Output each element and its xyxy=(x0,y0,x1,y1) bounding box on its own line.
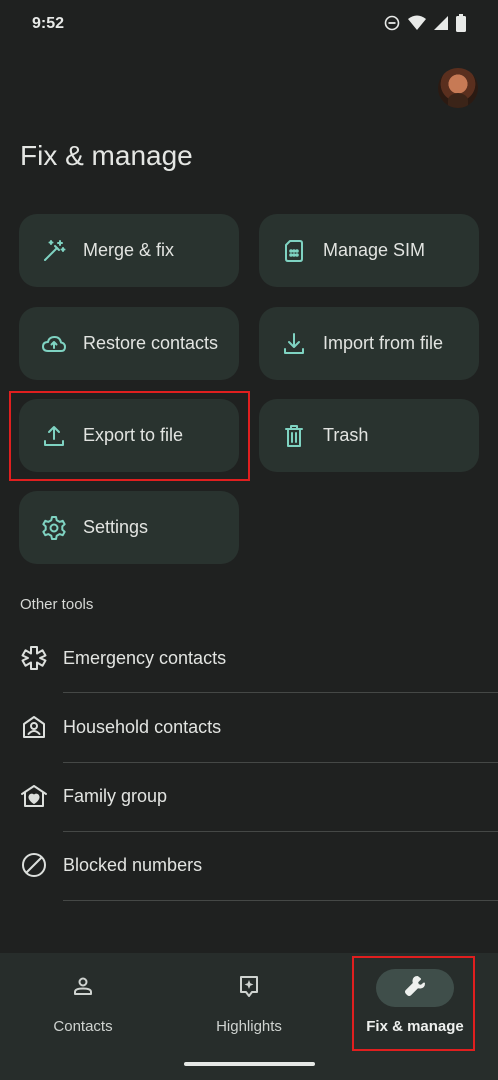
highlights-icon xyxy=(237,974,261,1003)
battery-icon xyxy=(456,14,466,32)
cloud-restore-icon xyxy=(41,331,67,357)
magic-wand-icon xyxy=(41,238,67,264)
settings-button[interactable]: Settings xyxy=(19,491,239,564)
trash-label: Trash xyxy=(323,425,369,445)
manage-sim-button[interactable]: Manage SIM xyxy=(259,214,479,287)
blocked-numbers-item[interactable]: Blocked numbers xyxy=(0,831,498,900)
trash-button[interactable]: Trash xyxy=(259,399,479,472)
household-contacts-label: Household contacts xyxy=(63,717,222,737)
nav-contacts-pill xyxy=(44,969,122,1007)
page-title: Fix & manage xyxy=(20,140,193,171)
gear-icon xyxy=(41,515,67,541)
nav-contacts[interactable]: Contacts xyxy=(0,953,166,1053)
gesture-bar xyxy=(184,1062,315,1066)
restore-contacts-label: Restore contacts xyxy=(83,333,219,353)
sim-card-icon xyxy=(281,238,307,264)
settings-label: Settings xyxy=(83,517,149,537)
do-not-disturb-icon xyxy=(384,15,400,31)
cell-signal-icon xyxy=(434,15,448,31)
blocked-numbers-label: Blocked numbers xyxy=(63,855,203,875)
export-highlight-box xyxy=(9,391,250,481)
restore-contacts-button[interactable]: Restore contacts xyxy=(19,307,239,380)
download-icon xyxy=(281,331,307,357)
nav-highlights-label: Highlights xyxy=(216,1018,282,1035)
block-icon xyxy=(20,851,48,879)
import-from-file-label: Import from file xyxy=(323,333,444,353)
other-tools-heading: Other tools xyxy=(20,596,94,613)
fix-manage-highlight-box xyxy=(352,956,475,1051)
status-icons xyxy=(384,14,466,32)
nav-contacts-label: Contacts xyxy=(53,1018,113,1035)
status-time: 9:52 xyxy=(32,15,65,32)
wifi-icon xyxy=(408,15,426,31)
household-icon xyxy=(20,713,48,741)
divider xyxy=(63,900,498,901)
emergency-icon xyxy=(20,644,48,672)
merge-fix-label: Merge & fix xyxy=(83,240,175,260)
merge-fix-button[interactable]: Merge & fix xyxy=(19,214,239,287)
nav-highlights[interactable]: Highlights xyxy=(166,953,332,1053)
import-from-file-button[interactable]: Import from file xyxy=(259,307,479,380)
household-contacts-item[interactable]: Household contacts xyxy=(0,693,498,762)
family-home-icon xyxy=(20,782,48,810)
account-avatar[interactable] xyxy=(438,68,478,108)
person-icon xyxy=(71,974,95,1003)
manage-sim-label: Manage SIM xyxy=(323,240,426,260)
emergency-contacts-label: Emergency contacts xyxy=(63,648,227,668)
status-bar: 9:52 xyxy=(0,0,498,50)
family-group-label: Family group xyxy=(63,786,168,806)
nav-highlights-pill xyxy=(210,969,288,1007)
emergency-contacts-item[interactable]: Emergency contacts xyxy=(0,624,498,693)
family-group-item[interactable]: Family group xyxy=(0,762,498,831)
trash-icon xyxy=(281,423,307,449)
